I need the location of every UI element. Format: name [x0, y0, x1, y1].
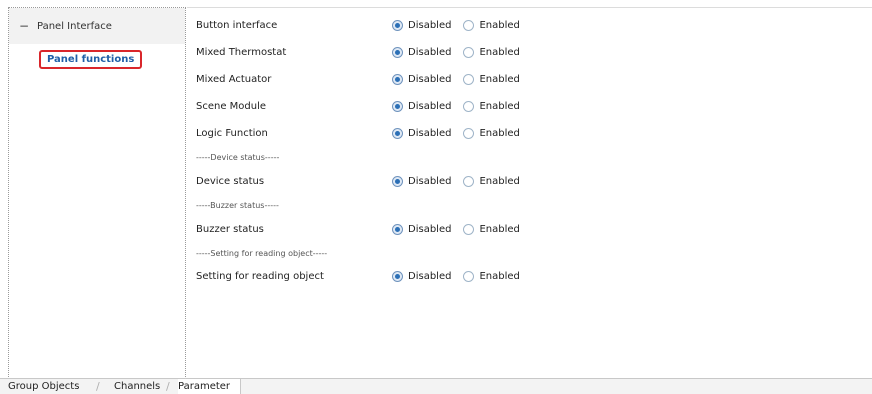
tree-node-panel-functions[interactable]: Panel functions: [15, 44, 185, 74]
radio-label: Disabled: [408, 270, 452, 282]
radio-disabled[interactable]: Disabled: [392, 19, 452, 31]
radio-disabled[interactable]: Disabled: [392, 270, 452, 282]
param-label: Button interface: [196, 19, 278, 31]
param-label: Mixed Actuator: [196, 73, 272, 85]
section-separator-device-status: -----Device status-----: [196, 153, 280, 162]
param-row-buzzer-status: Buzzer status Disabled Enabled: [196, 218, 846, 240]
radio-label: Enabled: [479, 46, 520, 58]
radio-unselected-icon: [463, 127, 475, 139]
radio-label: Disabled: [408, 100, 452, 112]
param-row-button-interface: Button interface Disabled Enabled: [196, 14, 846, 36]
tab-parameter[interactable]: Parameter: [178, 379, 242, 394]
radio-unselected-icon: [463, 100, 475, 112]
radio-unselected-icon: [463, 270, 475, 282]
tab-divider: /: [96, 380, 100, 393]
radio-disabled[interactable]: Disabled: [392, 175, 452, 187]
collapse-icon[interactable]: −: [19, 19, 31, 33]
param-label: Logic Function: [196, 127, 268, 139]
tab-channels[interactable]: Channels: [114, 379, 160, 394]
radio-label: Disabled: [408, 19, 452, 31]
param-label: Mixed Thermostat: [196, 46, 287, 58]
radio-enabled[interactable]: Enabled: [463, 175, 520, 187]
top-divider: [187, 7, 872, 8]
param-label: Buzzer status: [196, 223, 264, 235]
param-label: Device status: [196, 175, 265, 187]
section-separator-reading-object: -----Setting for reading object-----: [196, 249, 328, 258]
radio-disabled[interactable]: Disabled: [392, 73, 452, 85]
radio-label: Disabled: [408, 127, 452, 139]
radio-unselected-icon: [463, 175, 475, 187]
radio-unselected-icon: [463, 73, 475, 85]
tree-node-label: Panel functions: [39, 49, 143, 69]
radio-selected-icon: [392, 19, 403, 31]
radio-label: Enabled: [479, 73, 520, 85]
radio-label: Disabled: [408, 223, 452, 235]
radio-label: Enabled: [479, 175, 520, 187]
radio-enabled[interactable]: Enabled: [463, 127, 520, 139]
radio-selected-icon: [392, 73, 403, 85]
radio-enabled[interactable]: Enabled: [463, 270, 520, 282]
param-row-mixed-thermostat: Mixed Thermostat Disabled Enabled: [196, 41, 846, 63]
radio-unselected-icon: [463, 223, 475, 235]
radio-selected-icon: [392, 127, 403, 139]
radio-label: Disabled: [408, 46, 452, 58]
param-row-logic-function: Logic Function Disabled Enabled: [196, 122, 846, 144]
param-row-scene-module: Scene Module Disabled Enabled: [196, 95, 846, 117]
param-row-setting-reading-object: Setting for reading object Disabled Enab…: [196, 265, 846, 287]
radio-disabled[interactable]: Disabled: [392, 223, 452, 235]
param-row-mixed-actuator: Mixed Actuator Disabled Enabled: [196, 68, 846, 90]
radio-selected-icon: [392, 223, 403, 235]
tab-group-objects[interactable]: Group Objects: [8, 379, 79, 394]
radio-selected-icon: [392, 46, 403, 58]
tab-divider: /: [166, 380, 170, 393]
radio-label: Enabled: [479, 100, 520, 112]
param-row-device-status: Device status Disabled Enabled: [196, 170, 846, 192]
radio-selected-icon: [392, 270, 403, 282]
radio-enabled[interactable]: Enabled: [463, 73, 520, 85]
tree-node-panel-interface[interactable]: − Panel Interface: [9, 8, 185, 44]
parameter-panel: Button interface Disabled Enabled Mixed …: [196, 10, 872, 378]
radio-label: Enabled: [479, 127, 520, 139]
parameter-tree: − Panel Interface Panel functions: [8, 7, 186, 379]
bottom-tab-bar: Group Objects / Channels / Parameter: [0, 378, 872, 394]
param-label: Scene Module: [196, 100, 267, 112]
radio-label: Enabled: [479, 270, 520, 282]
radio-disabled[interactable]: Disabled: [392, 127, 452, 139]
radio-label: Enabled: [479, 19, 520, 31]
radio-enabled[interactable]: Enabled: [463, 100, 520, 112]
radio-enabled[interactable]: Enabled: [463, 223, 520, 235]
radio-label: Enabled: [479, 223, 520, 235]
radio-unselected-icon: [463, 19, 475, 31]
radio-disabled[interactable]: Disabled: [392, 100, 452, 112]
radio-label: Disabled: [408, 175, 452, 187]
section-separator-buzzer-status: -----Buzzer status-----: [196, 201, 279, 210]
radio-selected-icon: [392, 100, 403, 112]
radio-enabled[interactable]: Enabled: [463, 46, 520, 58]
radio-label: Disabled: [408, 73, 452, 85]
radio-disabled[interactable]: Disabled: [392, 46, 452, 58]
radio-unselected-icon: [463, 46, 475, 58]
radio-enabled[interactable]: Enabled: [463, 19, 520, 31]
tree-node-label: Panel Interface: [37, 20, 112, 32]
param-label: Setting for reading object: [196, 270, 324, 282]
radio-selected-icon: [392, 175, 403, 187]
